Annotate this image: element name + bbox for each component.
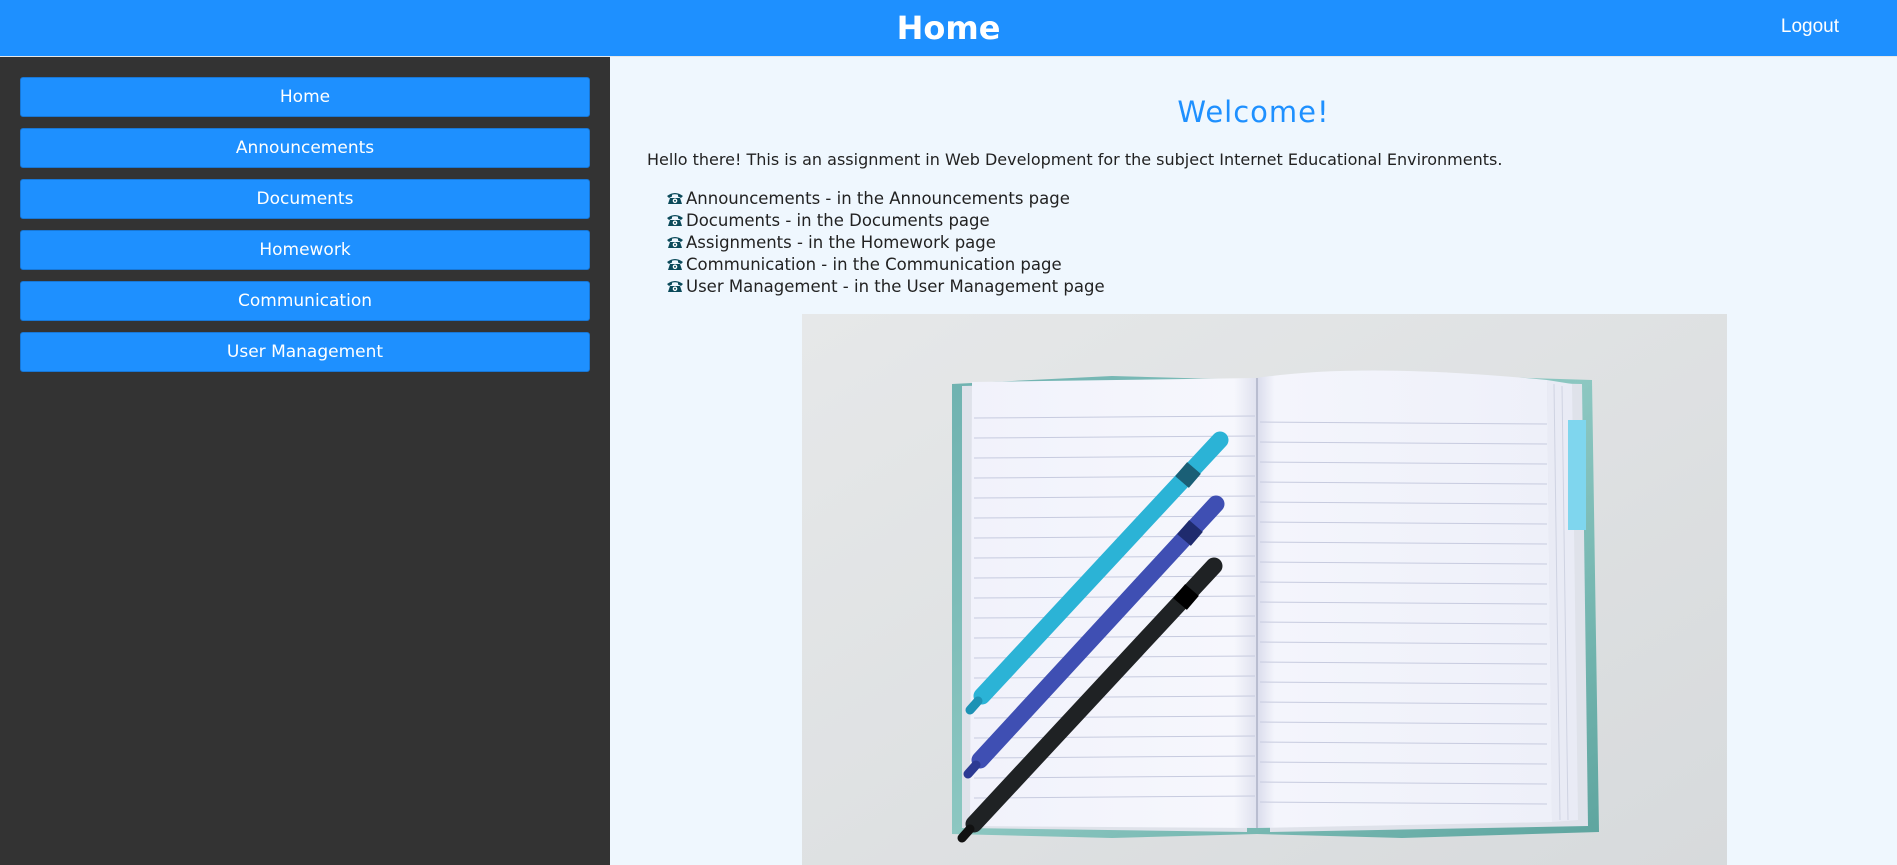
- list-item: User Management - in the User Management…: [666, 276, 1105, 298]
- telephone-icon: [667, 193, 683, 204]
- telephone-icon: [667, 237, 683, 248]
- feature-text: Announcements - in the Announcements pag…: [686, 189, 1070, 208]
- welcome-heading: Welcome!: [1177, 95, 1330, 129]
- feature-list: Announcements - in the Announcements pag…: [666, 188, 1105, 298]
- sidebar-item-documents[interactable]: Documents: [20, 179, 590, 219]
- sidebar-item-user-management[interactable]: User Management: [20, 332, 590, 372]
- telephone-icon: [667, 259, 683, 270]
- intro-text: Hello there! This is an assignment in We…: [647, 150, 1503, 169]
- telephone-icon: [667, 281, 683, 292]
- sidebar: Home Announcements Documents Homework Co…: [0, 57, 610, 865]
- feature-text: User Management - in the User Management…: [686, 277, 1105, 296]
- top-header: Home Logout: [0, 0, 1897, 57]
- sidebar-item-home[interactable]: Home: [20, 77, 590, 117]
- list-item: Communication - in the Communication pag…: [666, 254, 1105, 276]
- telephone-icon: [667, 215, 683, 226]
- page-title: Home: [896, 9, 1001, 47]
- list-item: Documents - in the Documents page: [666, 210, 1105, 232]
- feature-text: Documents - in the Documents page: [686, 211, 990, 230]
- list-item: Assignments - in the Homework page: [666, 232, 1105, 254]
- feature-text: Assignments - in the Homework page: [686, 233, 996, 252]
- main-content: Welcome! Hello there! This is an assignm…: [610, 57, 1897, 865]
- notebook-image: [802, 314, 1727, 865]
- sidebar-item-homework[interactable]: Homework: [20, 230, 590, 270]
- list-item: Announcements - in the Announcements pag…: [666, 188, 1105, 210]
- feature-text: Communication - in the Communication pag…: [686, 255, 1062, 274]
- sidebar-item-communication[interactable]: Communication: [20, 281, 590, 321]
- logout-link[interactable]: Logout: [1781, 16, 1839, 38]
- sidebar-item-announcements[interactable]: Announcements: [20, 128, 590, 168]
